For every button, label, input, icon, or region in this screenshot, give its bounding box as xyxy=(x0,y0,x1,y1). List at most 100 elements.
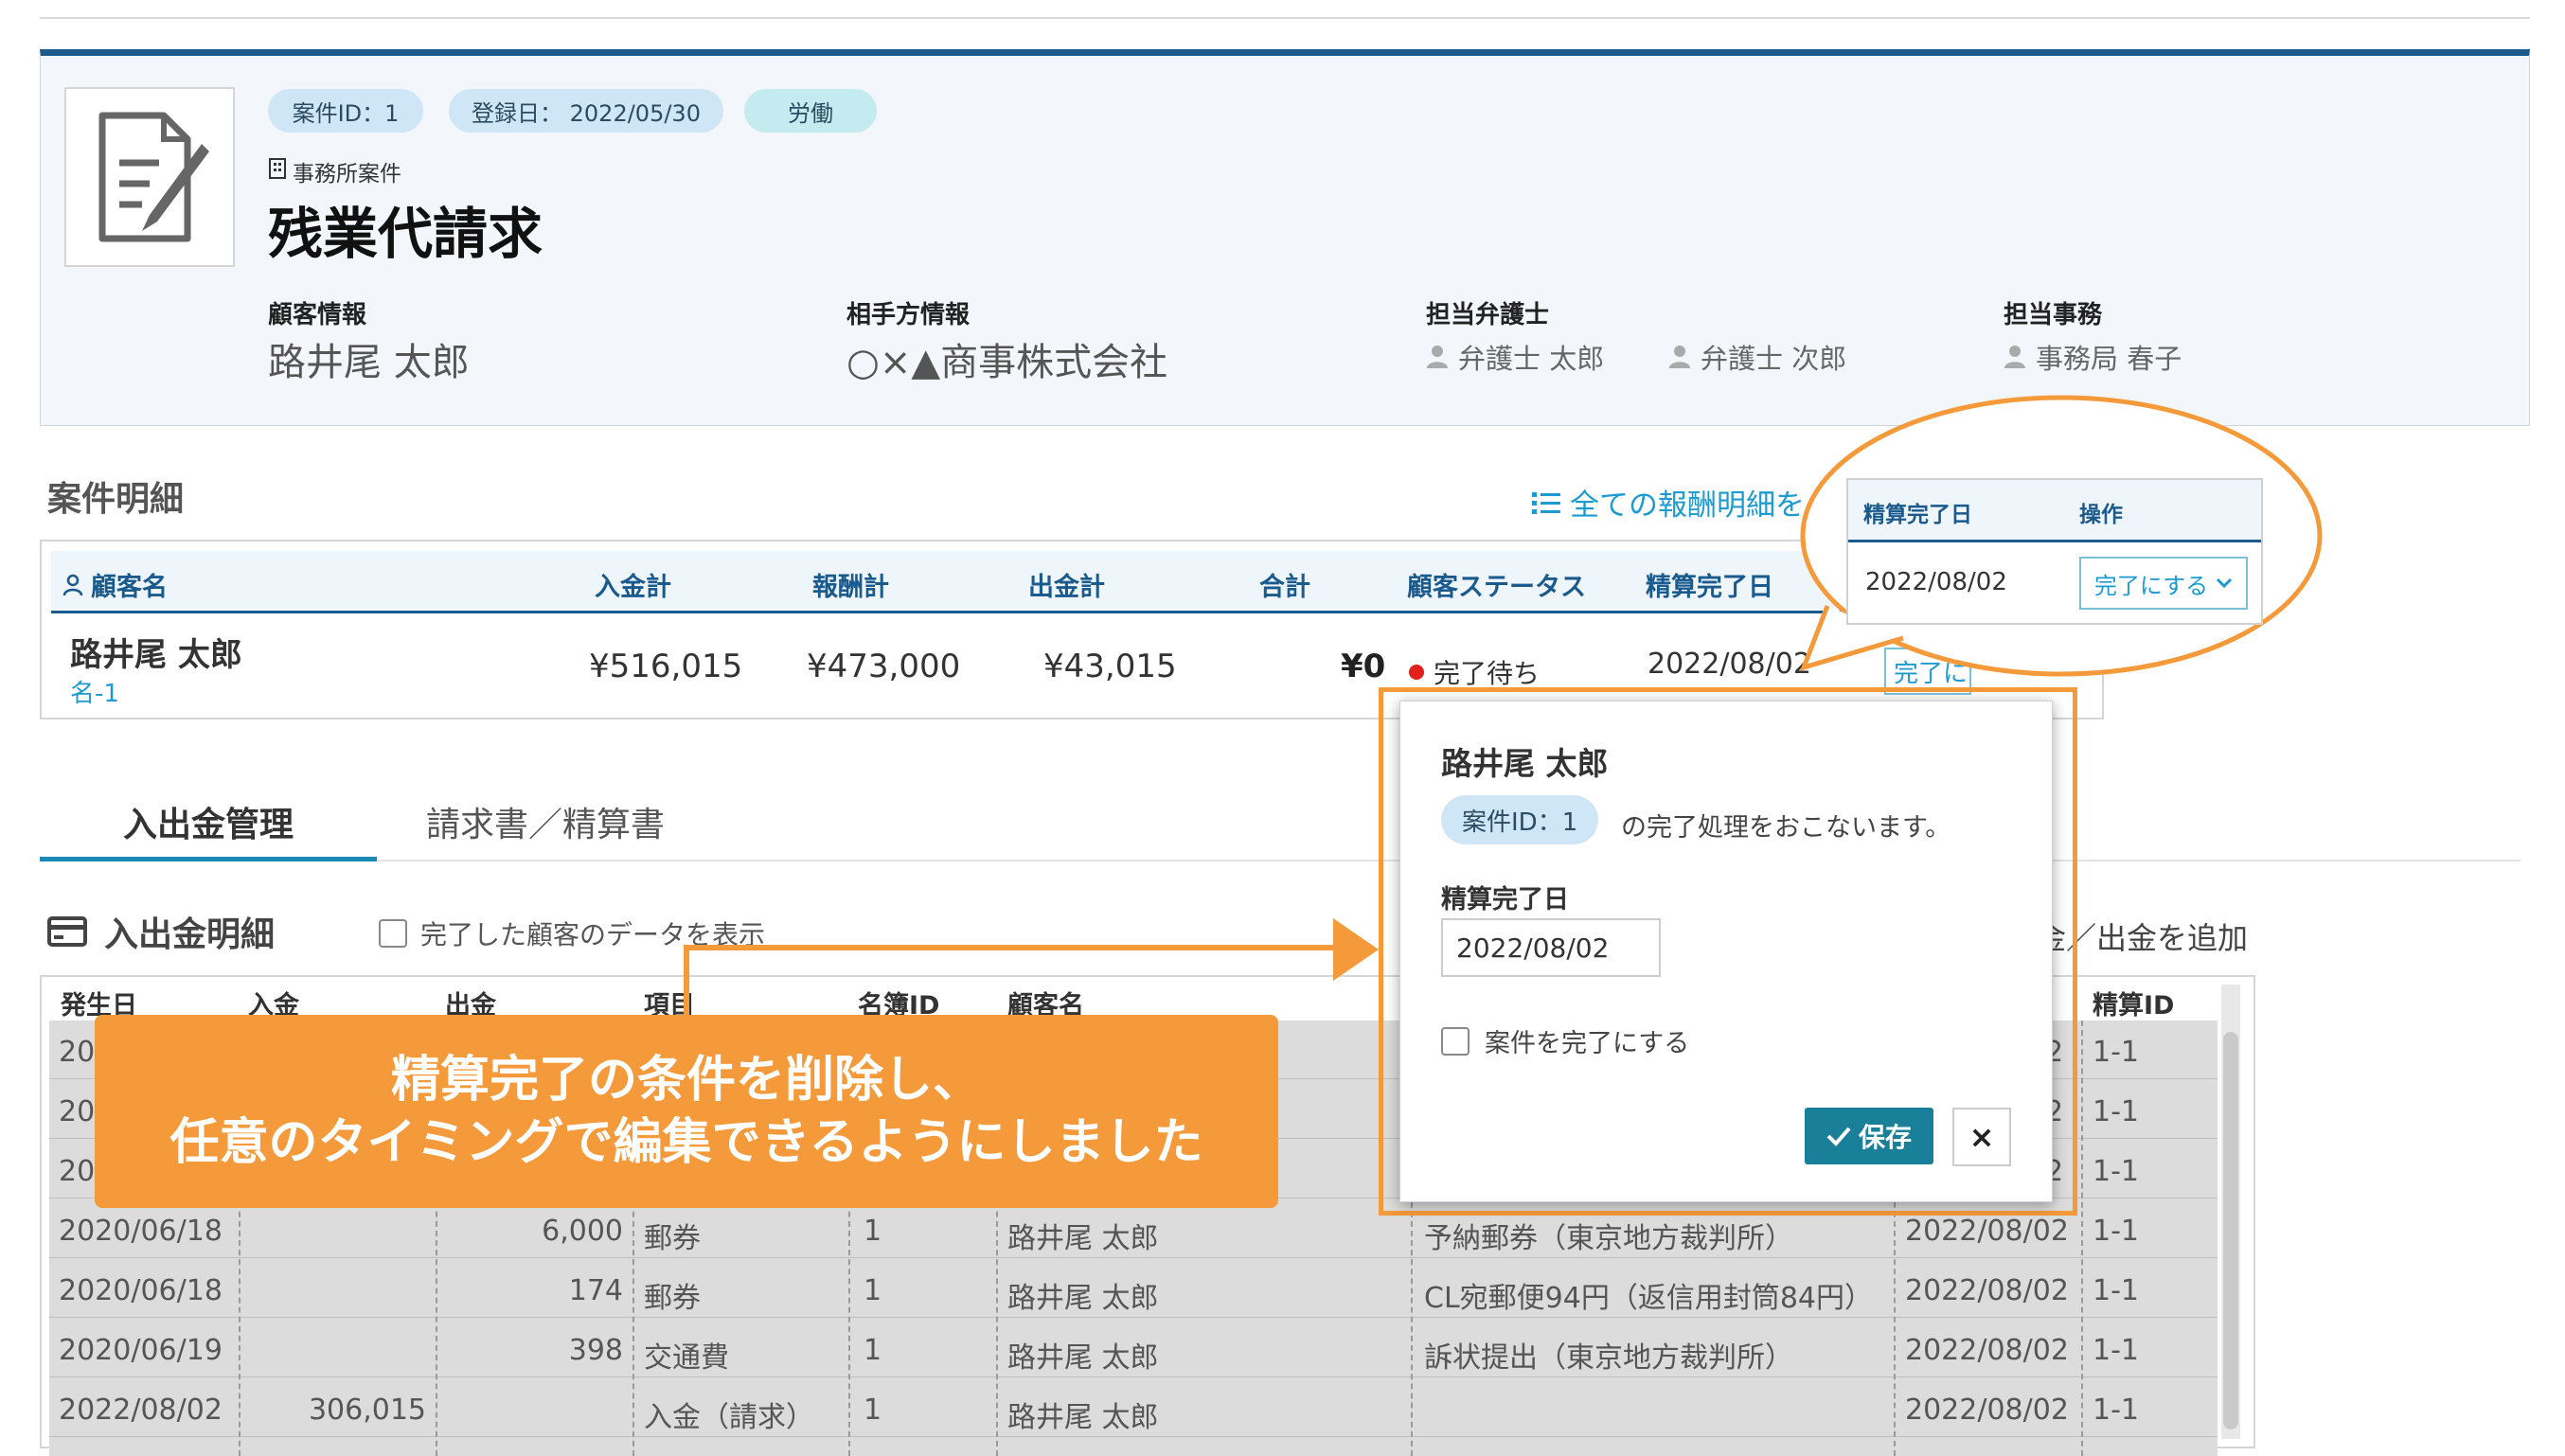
customer-value[interactable]: 路井尾 太郎 xyxy=(268,331,470,386)
document-edit-icon xyxy=(64,87,235,267)
registered-date-pill: 登録日： 2022/05/30 xyxy=(449,89,723,133)
chevron-down-icon xyxy=(2217,577,2233,589)
user-icon xyxy=(1427,346,1448,368)
lawyer-1: 弁護士 太郎 xyxy=(1426,337,1604,377)
cell-nid: 1 xyxy=(864,1215,882,1248)
summary-fee: ¥473,000 xyxy=(807,648,961,685)
callout-arrow-stem xyxy=(684,945,689,1017)
cell-settled: 2022/08/02 xyxy=(1905,1394,2069,1427)
cell-deposit: 306,015 xyxy=(308,1394,426,1427)
popup-message: の完了処理をおこないます。 xyxy=(1621,813,1951,843)
summary-withdraw: ¥43,015 xyxy=(1043,648,1177,685)
save-button[interactable]: 保存 xyxy=(1805,1108,1933,1164)
cell-settled: 2022/08/02 xyxy=(1905,1215,2069,1248)
annotation-callout: 精算完了の条件を削除し、 任意のタイミングで編集できるようにしました xyxy=(95,1015,1278,1208)
summary-customer-name[interactable]: 路井尾 太郎 xyxy=(70,629,242,675)
cell-memo: 予納郵券（東京地方裁判所） xyxy=(1424,1222,1793,1255)
save-label: 保存 xyxy=(1858,1122,1912,1153)
staff-1: 事務局 春子 xyxy=(2004,337,2182,377)
popup-case-id-pill: 案件ID：1 xyxy=(1441,795,1599,844)
tab-divider xyxy=(40,860,2520,861)
cell-sid: 1-1 xyxy=(2093,1394,2139,1427)
cell-memo: CL宛郵便94円（返信用封筒84円） xyxy=(1424,1282,1874,1315)
check-icon xyxy=(1826,1127,1851,1146)
summary-status: 完了待ち xyxy=(1409,653,1540,691)
case-id-pill: 案件ID：1 xyxy=(268,89,423,133)
opponent-label: 相手方情報 xyxy=(846,301,971,329)
cell-date: 2022/08/02 xyxy=(59,1394,223,1427)
lawyer-label: 担当弁護士 xyxy=(1426,301,1550,329)
opponent-value[interactable]: ○×▲商事株式会社 xyxy=(846,331,1167,386)
office-case-tag: 事務所案件 xyxy=(268,155,401,187)
summary-header-customer-label: 顧客名 xyxy=(91,573,168,602)
cell-withdraw: 6,000 xyxy=(542,1215,623,1248)
popup-customer-name: 路井尾 太郎 xyxy=(1441,745,1609,782)
cell-sid: 1-1 xyxy=(2093,1095,2139,1128)
cell-item: 郵券 xyxy=(644,1222,701,1255)
ledger-title-label: 入出金明細 xyxy=(104,915,276,954)
cell-date: 2020/06/18 xyxy=(59,1274,223,1307)
staff-label: 担当事務 xyxy=(2004,301,2103,329)
cell-nid: 1 xyxy=(864,1334,882,1367)
settled-date-input[interactable]: 2022/08/02 xyxy=(1441,918,1661,977)
cell-item: 交通費 xyxy=(644,1341,729,1375)
card-icon xyxy=(47,916,87,947)
zoom-complete-dropdown[interactable]: 完了にする xyxy=(2079,557,2248,610)
cell-item: 郵券 xyxy=(644,1282,701,1315)
cell-withdraw: 398 xyxy=(568,1334,623,1367)
case-title: 残業代請求 xyxy=(268,202,543,266)
callout-arrow-line xyxy=(684,945,1337,950)
cell-customer: 路井尾 太郎 xyxy=(1007,1341,1159,1375)
cell-sid: 1-1 xyxy=(2093,1215,2139,1248)
section-title: 案件明細 xyxy=(47,480,185,519)
table-scrollbar-thumb[interactable] xyxy=(2223,1032,2238,1429)
summary-header-deposit: 入金計 xyxy=(595,573,671,602)
summary-header-status: 顧客ステータス xyxy=(1407,573,1586,602)
popup-date-label: 精算完了日 xyxy=(1441,885,1569,914)
close-button[interactable]: × xyxy=(1952,1108,2011,1166)
summary-settled: 2022/08/02 xyxy=(1648,648,1811,681)
lawyer-2: 弁護士 次郎 xyxy=(1668,337,1846,377)
lawyer-1-name: 弁護士 太郎 xyxy=(1458,343,1605,375)
cell-withdraw: 174 xyxy=(568,1274,623,1307)
summary-customer-sub[interactable]: 名-1 xyxy=(70,674,119,709)
zoom-header-action: 操作 xyxy=(2079,503,2123,527)
cell-customer: 路井尾 太郎 xyxy=(1007,1222,1159,1255)
complete-case-label: 案件を完了にする xyxy=(1485,1029,1690,1058)
summary-status-label: 完了待ち xyxy=(1434,658,1541,689)
cell-nid: 1 xyxy=(864,1274,882,1307)
list-icon xyxy=(1532,491,1560,514)
summary-total: ¥0 xyxy=(1341,648,1386,685)
building-icon xyxy=(268,158,287,185)
zoom-header-settled: 精算完了日 xyxy=(1863,503,1972,527)
complete-case-toggle[interactable]: 案件を完了にする xyxy=(1441,1022,1689,1059)
customer-label: 顧客情報 xyxy=(268,301,367,329)
ledger-header-sid: 精算ID xyxy=(2093,991,2175,1021)
all-fee-details-link[interactable]: 全ての報酬明細を xyxy=(1532,481,1805,524)
zoom-settled-date: 2022/08/02 xyxy=(1865,568,2007,596)
ledger-title: 入出金明細 xyxy=(47,907,275,956)
office-tag-label: 事務所案件 xyxy=(293,162,401,186)
cell-settled: 2022/08/02 xyxy=(1905,1334,2069,1367)
show-done-checkbox[interactable] xyxy=(379,919,407,948)
zoom-complete-label: 完了にする xyxy=(2093,572,2209,599)
cell-date: 20 xyxy=(59,1095,96,1128)
status-dot xyxy=(1409,665,1424,680)
top-divider xyxy=(40,17,2530,19)
tab-invoice[interactable]: 請求書／精算書 xyxy=(426,797,665,846)
lawyer-2-name: 弁護士 次郎 xyxy=(1701,343,1847,375)
cell-date: 20 xyxy=(59,1155,96,1188)
summary-header-customer: 顧客名 xyxy=(62,566,168,603)
category-pill: 労働 xyxy=(744,89,877,133)
tab-cashflow[interactable]: 入出金管理 xyxy=(40,786,377,861)
cell-customer: 路井尾 太郎 xyxy=(1007,1282,1159,1315)
user-outline-icon xyxy=(62,574,83,595)
user-icon xyxy=(1669,346,1690,368)
cell-nid: 1 xyxy=(864,1394,882,1427)
cell-date: 2020/06/19 xyxy=(59,1334,223,1367)
cell-sid: 1-1 xyxy=(2093,1155,2139,1188)
summary-header-fee: 報酬計 xyxy=(812,573,889,602)
cell-memo: 訴状提出（東京地方裁判所） xyxy=(1424,1341,1793,1375)
summary-header-settled: 精算完了日 xyxy=(1646,573,1773,602)
complete-case-checkbox[interactable] xyxy=(1441,1026,1470,1056)
